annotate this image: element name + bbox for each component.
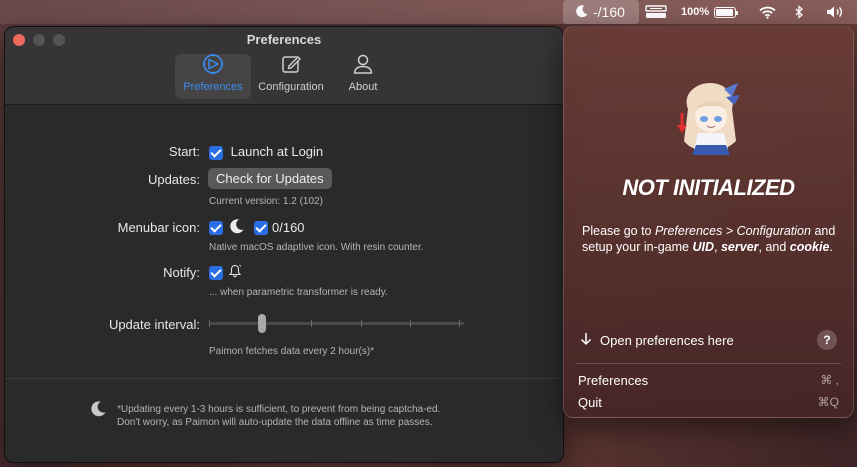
tab-about[interactable]: About bbox=[331, 54, 395, 99]
volume-icon[interactable] bbox=[826, 0, 846, 24]
adaptive-icon-checkbox[interactable] bbox=[209, 220, 223, 235]
preferences-window: Preferences Preferences Configuration Ab… bbox=[4, 26, 564, 463]
paimon-image bbox=[674, 79, 746, 159]
menubar-icon-note: Native macOS adaptive icon. With resin c… bbox=[209, 242, 424, 253]
msg-text: , and bbox=[758, 240, 790, 254]
footnote-line: Don't worry, as Paimon will auto-update … bbox=[117, 417, 433, 428]
msg-uid: UID bbox=[692, 240, 715, 254]
start-label: Start: bbox=[168, 144, 200, 159]
person-icon bbox=[352, 53, 374, 81]
interval-note: Paimon fetches data every 2 hour(s)* bbox=[209, 346, 375, 357]
menu-item-quit[interactable]: Quit ⌘Q bbox=[578, 395, 839, 410]
menu-item-shortcut: ⌘ , bbox=[820, 373, 839, 387]
menu-item-shortcut: ⌘Q bbox=[817, 395, 839, 409]
menu-separator bbox=[576, 363, 841, 364]
menu-item-preferences[interactable]: Preferences ⌘ , bbox=[578, 373, 839, 388]
menu-item-label: Preferences bbox=[578, 373, 649, 388]
notify-label: Notify: bbox=[163, 265, 200, 280]
notify-checkbox[interactable] bbox=[209, 265, 223, 280]
menubar-icon-options: 0/160 bbox=[209, 218, 305, 237]
msg-cookie: cookie bbox=[789, 240, 830, 254]
resin-counter-checkbox[interactable] bbox=[254, 220, 268, 235]
tab-label: About bbox=[348, 81, 378, 93]
notify-option bbox=[209, 264, 242, 281]
moon-icon bbox=[229, 218, 245, 237]
resin-popover: NOT INITIALIZED Please go to Preferences… bbox=[563, 26, 854, 418]
tab-configuration[interactable]: Configuration bbox=[253, 54, 329, 99]
storage-icon[interactable] bbox=[645, 0, 667, 24]
resin-counter-label: 0/160 bbox=[272, 220, 305, 235]
status-title: NOT INITIALIZED bbox=[622, 175, 795, 200]
open-preferences-label: Open preferences here bbox=[600, 333, 734, 348]
menu-item-label: Quit bbox=[578, 395, 602, 410]
msg-text: , bbox=[714, 240, 721, 254]
msg-server: server bbox=[720, 240, 759, 254]
notify-note: ... when parametric transformer is ready… bbox=[209, 287, 388, 298]
preference-tabs: Preferences Configuration About bbox=[175, 53, 395, 99]
footnote: *Updating every 1-3 hours is sufficient,… bbox=[117, 403, 440, 429]
battery-percent: 100% bbox=[681, 6, 710, 18]
edit-icon bbox=[280, 53, 302, 81]
window-toolbar: Preferences Preferences Configuration Ab… bbox=[5, 27, 563, 105]
tab-label: Preferences bbox=[183, 81, 243, 93]
battery-status[interactable]: 100% bbox=[681, 0, 739, 24]
slider-tick bbox=[311, 320, 312, 327]
blurred-background bbox=[586, 59, 593, 90]
menubar-icon-label: Menubar icon: bbox=[117, 220, 200, 235]
msg-path: Preferences > Configuration bbox=[654, 224, 811, 238]
launch-at-login-option[interactable]: Launch at Login bbox=[209, 144, 323, 160]
slider-knob[interactable] bbox=[258, 314, 266, 333]
tab-label: Configuration bbox=[258, 81, 324, 93]
msg-text: Please go to bbox=[582, 224, 655, 238]
update-interval-label: Update interval: bbox=[108, 317, 200, 332]
window-title: Preferences bbox=[246, 32, 322, 47]
updates-label: Updates: bbox=[147, 172, 200, 187]
open-preferences-link[interactable]: Open preferences here bbox=[580, 332, 734, 349]
footnote-line: *Updating every 1-3 hours is sufficient,… bbox=[117, 404, 441, 415]
slider-tick bbox=[410, 320, 411, 327]
slider-tick bbox=[459, 320, 460, 327]
launch-at-login-label: Launch at Login bbox=[230, 144, 324, 159]
divider bbox=[5, 378, 563, 379]
slider-tick bbox=[209, 320, 210, 327]
moon-icon bbox=[575, 4, 589, 21]
slider-tick bbox=[361, 320, 362, 327]
msg-text: . bbox=[829, 240, 833, 254]
tab-preferences[interactable]: Preferences bbox=[175, 53, 251, 99]
help-button[interactable]: ? bbox=[817, 330, 837, 350]
gauge-icon bbox=[202, 53, 224, 81]
resin-menubar-text: -/160 bbox=[593, 4, 625, 20]
setup-message: Please go to Preferences > Configuration… bbox=[582, 223, 840, 255]
wifi-icon[interactable] bbox=[759, 0, 776, 24]
launch-at-login-checkbox[interactable] bbox=[209, 145, 223, 160]
resin-menubar-item[interactable]: -/160 bbox=[563, 0, 639, 24]
check-for-updates-button[interactable]: Check for Updates bbox=[208, 168, 332, 189]
battery-icon bbox=[714, 6, 739, 18]
bluetooth-icon[interactable] bbox=[795, 0, 804, 24]
arrow-down-icon bbox=[580, 332, 592, 349]
moon-icon bbox=[90, 400, 107, 422]
bell-icon bbox=[228, 264, 242, 281]
current-version: Current version: 1.2 (102) bbox=[209, 196, 323, 207]
menu-bar: -/160 100% bbox=[0, 0, 857, 24]
slider-track[interactable] bbox=[209, 322, 464, 325]
